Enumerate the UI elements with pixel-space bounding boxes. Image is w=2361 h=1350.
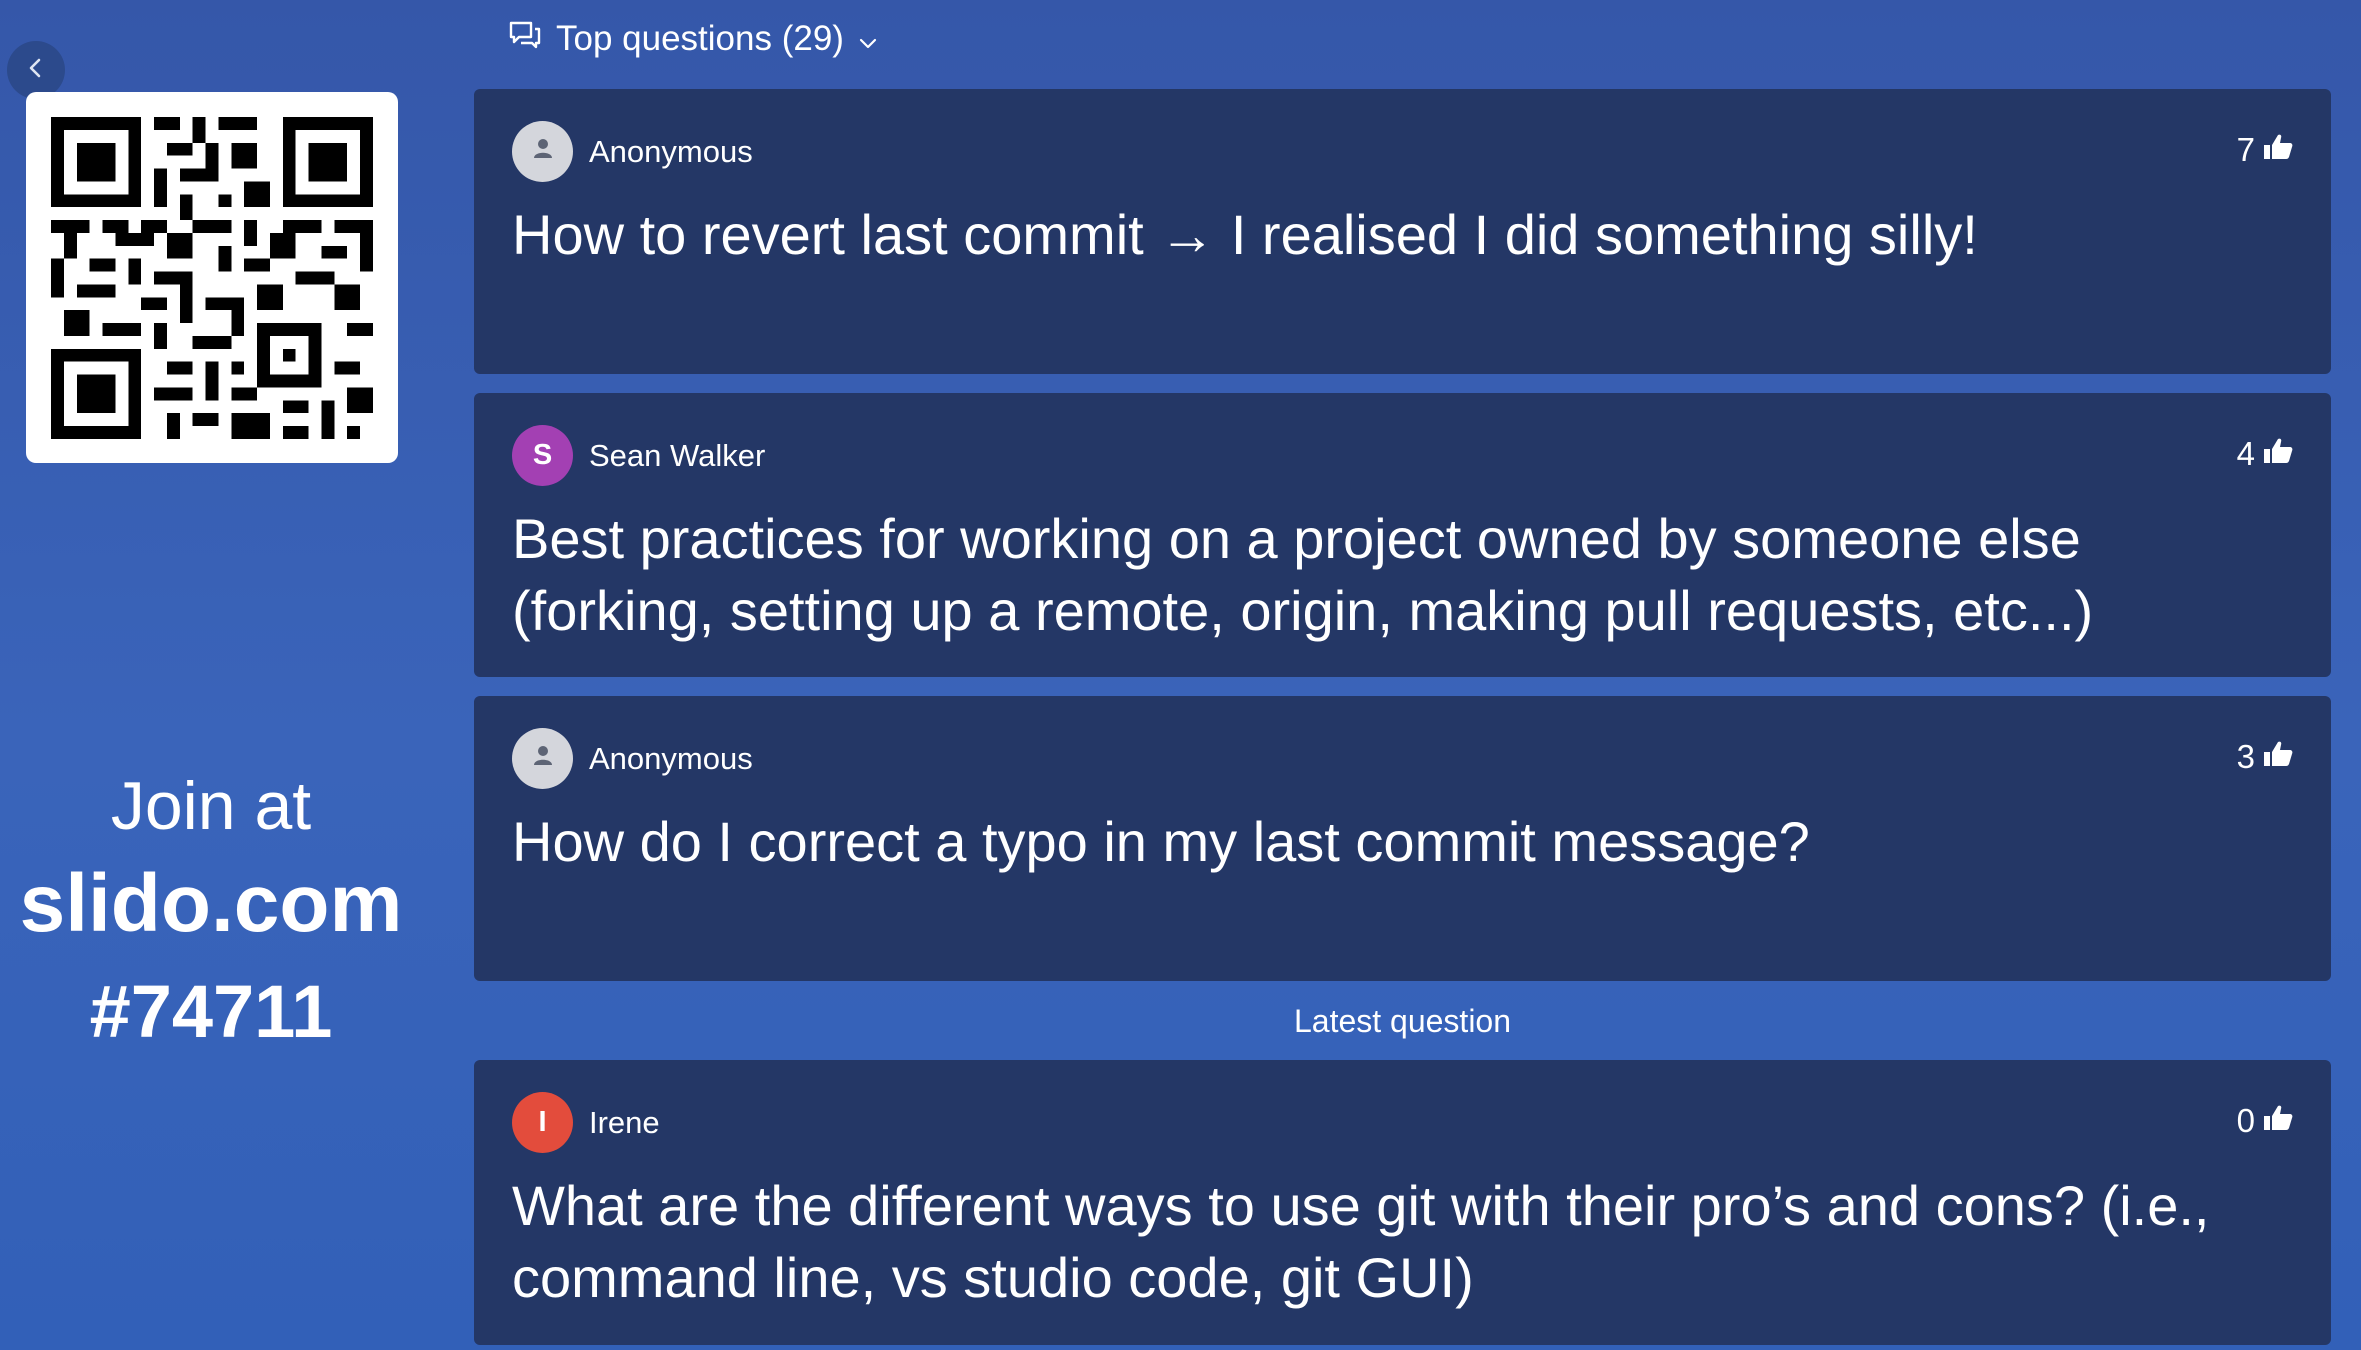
questions-sort-dropdown[interactable]: Top questions (29) [508, 14, 878, 64]
thumbs-up-icon [2263, 131, 2293, 169]
like-button[interactable]: 4 [2237, 435, 2293, 473]
like-count: 3 [2236, 738, 2255, 775]
question-author: Anonymous [512, 121, 753, 182]
chevron-left-icon [25, 57, 47, 84]
question-author: I Irene [512, 1092, 660, 1153]
like-button[interactable]: 0 [2237, 1102, 2293, 1140]
question-text: How to revert last commit → I realised I… [512, 203, 1978, 266]
avatar [512, 121, 573, 182]
latest-question-card[interactable]: I Irene 0 What are the different ways to… [474, 1060, 2331, 1345]
avatar: I [512, 1092, 573, 1153]
author-name: Irene [589, 1104, 660, 1140]
chat-bubbles-icon [508, 19, 542, 59]
avatar: S [512, 425, 573, 486]
qr-code-image [51, 116, 373, 439]
latest-question-label: Latest question [1293, 1003, 1512, 1039]
like-button[interactable]: 3 [2237, 738, 2293, 776]
question-card[interactable]: Anonymous 3 How do I correct a typo in m… [474, 696, 2331, 981]
question-text: What are the different ways to use git w… [512, 1174, 2210, 1309]
qr-code [26, 92, 398, 463]
like-button[interactable]: 7 [2237, 131, 2293, 169]
person-icon [531, 742, 555, 775]
like-count: 0 [2236, 1102, 2255, 1139]
chevron-down-icon [858, 19, 878, 59]
like-count: 7 [2236, 131, 2255, 168]
thumbs-up-icon [2263, 1102, 2293, 1140]
thumbs-up-icon [2263, 738, 2293, 776]
join-site[interactable]: slido.com [0, 852, 422, 956]
question-card[interactable]: Anonymous 7 How to revert last commit → … [474, 89, 2331, 374]
thumbs-up-icon [2263, 435, 2293, 473]
join-label: Join at [110, 768, 312, 844]
author-name: Anonymous [589, 740, 753, 776]
author-name: Anonymous [589, 133, 753, 169]
join-info: Join at slido.com #74711 [0, 760, 422, 1068]
question-card[interactable]: S Sean Walker 4 Best practices for worki… [474, 393, 2331, 677]
question-author: S Sean Walker [512, 425, 765, 486]
question-author: Anonymous [512, 728, 753, 789]
question-text: Best practices for working on a project … [512, 507, 2094, 642]
collapse-sidebar-button[interactable] [7, 41, 65, 99]
question-text: How do I correct a typo in my last commi… [512, 810, 1810, 873]
questions-sort-label: Top questions (29) [556, 19, 844, 58]
like-count: 4 [2236, 435, 2255, 472]
avatar [512, 728, 573, 789]
event-code: #74711 [89, 970, 333, 1053]
author-name: Sean Walker [589, 437, 766, 473]
person-icon [531, 135, 555, 168]
